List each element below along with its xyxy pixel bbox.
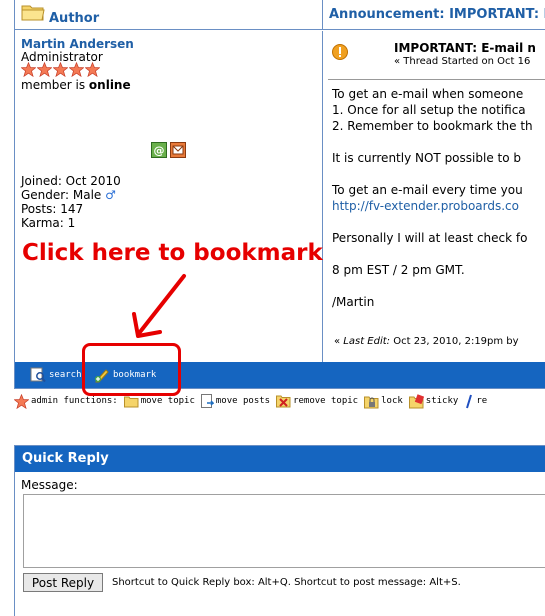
quick-reply-panel: Quick Reply Message: Post Reply Shortcut… [14, 445, 545, 616]
gender: Gender: Male ♂ [21, 188, 121, 202]
contact-icons: @ [151, 142, 186, 158]
message-label: Message: [21, 478, 78, 492]
sticky-label: sticky [425, 396, 459, 406]
post-separator [328, 79, 545, 80]
gender-label: Gender: Male [21, 188, 102, 202]
post-paragraph: 8 pm EST / 2 pm GMT. [332, 263, 465, 277]
post-paragraph: To get an e-mail every time you [332, 183, 523, 197]
rank-stars [21, 62, 100, 77]
move-topic-button[interactable]: move topic [123, 395, 195, 408]
remove-icon [276, 395, 291, 408]
lock-button[interactable]: lock [364, 394, 403, 409]
post-content: IMPORTANT: E-mail n « Thread Started on … [324, 31, 545, 362]
folder-move-icon [123, 396, 139, 407]
author-name-link[interactable]: Martin Andersen [21, 37, 134, 51]
post-body: To get an e-mail when someone 1. Once fo… [332, 86, 533, 326]
post-line: To get an e-mail when someone [332, 87, 524, 101]
last-edit-prefix: « [334, 336, 344, 347]
post-reply-button[interactable]: Post Reply [23, 573, 103, 592]
document-move-icon [200, 393, 214, 408]
message-envelope-icon[interactable] [170, 142, 186, 158]
admin-functions-text: admin functions: [31, 396, 118, 406]
star-icon [14, 393, 29, 409]
annotation-highlight-box [82, 343, 181, 396]
move-posts-label: move posts [215, 396, 271, 406]
author-stats: Joined: Oct 2010 Gender: Male ♂ Posts: 1… [21, 174, 121, 230]
admin-more-button[interactable]: re [464, 394, 487, 409]
svg-text:@: @ [154, 144, 165, 157]
quick-reply-title: Quick Reply [15, 446, 545, 472]
move-posts-button[interactable]: move posts [200, 393, 271, 409]
folder-icon [21, 5, 45, 21]
last-edit-value: Oct 23, 2010, 2:19pm by [390, 336, 519, 347]
post-title: IMPORTANT: E-mail n [394, 41, 536, 55]
search-button[interactable]: search [30, 367, 82, 383]
message-textarea[interactable] [23, 494, 545, 568]
admin-more-label: re [476, 396, 488, 406]
topic-title[interactable]: Announcement: IMPORTANT: E [329, 7, 545, 22]
email-at-icon[interactable]: @ [151, 142, 167, 158]
star-icon [37, 62, 52, 77]
male-symbol-icon: ♂ [105, 188, 116, 202]
post-count: Posts: 147 [21, 202, 84, 216]
star-icon [69, 62, 84, 77]
sticky-icon [408, 393, 424, 408]
post-signature: /Martin [332, 295, 375, 309]
remove-topic-button[interactable]: remove topic [276, 394, 358, 408]
member-status: member is online [21, 78, 131, 92]
search-icon [30, 367, 46, 383]
lock-icon [364, 396, 379, 408]
sticky-button[interactable]: sticky [408, 393, 459, 409]
member-status-value: online [88, 78, 131, 92]
shortcut-hint: Shortcut to Quick Reply box: Alt+Q. Shor… [112, 577, 461, 588]
pen-icon [466, 394, 473, 408]
exclamation-icon [332, 44, 348, 60]
post-line: 1. Once for all setup the notifica [332, 103, 526, 117]
post-paragraph: Personally I will at least check fo [332, 231, 528, 245]
remove-topic-label: remove topic [293, 396, 359, 406]
post-line: 2. Remember to bookmark the th [332, 119, 533, 133]
extender-link[interactable]: http://fv-extender.proboards.co [332, 199, 519, 213]
joined-date: Joined: Oct 2010 [21, 174, 121, 188]
post-paragraph: It is currently NOT possible to b [332, 151, 521, 165]
thread-table: Author Announcement: IMPORTANT: E Martin… [14, 0, 545, 389]
last-edit-label: Last Edit: [343, 336, 391, 347]
lock-label: lock [381, 396, 403, 406]
member-status-prefix: member is [21, 78, 89, 92]
search-label: search [49, 370, 82, 380]
star-icon [21, 62, 36, 77]
author-label: Author [49, 11, 100, 26]
thread-started: « Thread Started on Oct 16 [394, 56, 531, 67]
annotation-callout: Click here to bookmark [22, 240, 323, 266]
thread-header-row: Author Announcement: IMPORTANT: E [15, 0, 545, 30]
move-topic-label: move topic [140, 396, 195, 406]
star-icon [85, 62, 100, 77]
star-icon [53, 62, 68, 77]
last-edit: « Last Edit: Oct 23, 2010, 2:19pm by [334, 336, 519, 347]
annotation-arrow-icon [132, 274, 186, 338]
karma: Karma: 1 [21, 216, 76, 230]
author-column-header: Author [15, 0, 323, 30]
